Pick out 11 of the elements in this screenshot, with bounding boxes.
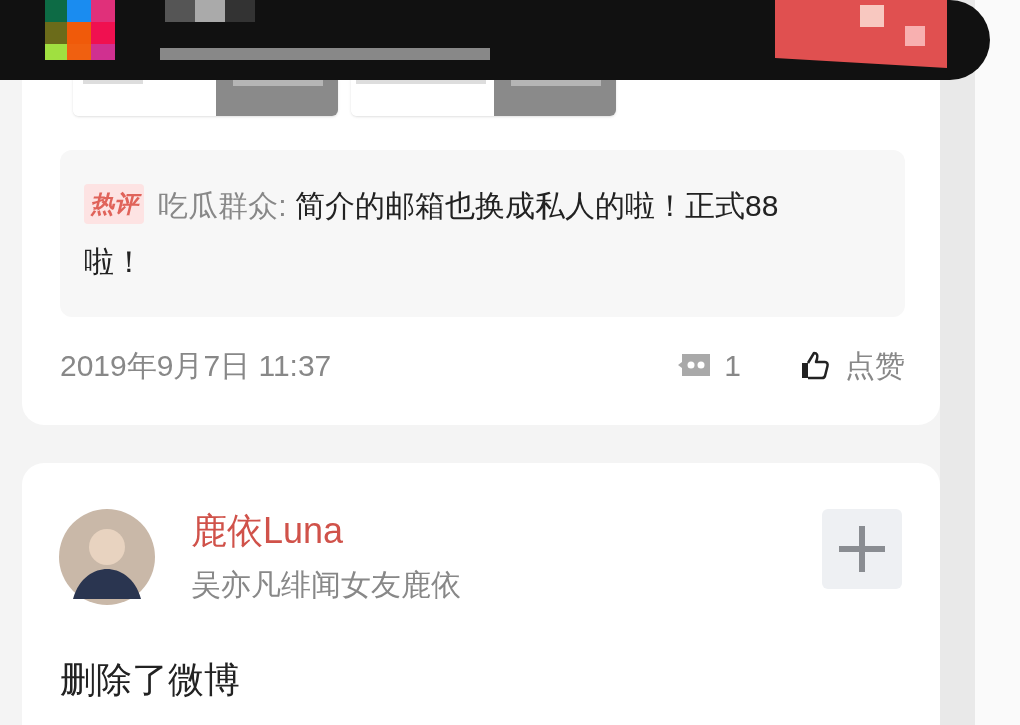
like-button[interactable]: 点赞 — [845, 342, 905, 388]
comment-count: 1 — [724, 347, 741, 384]
plus-icon — [839, 526, 885, 572]
avatar[interactable] — [59, 509, 155, 605]
user-name[interactable]: 鹿依Luna — [191, 509, 461, 553]
thumbs-up-icon[interactable] — [799, 349, 831, 381]
follow-button[interactable] — [822, 509, 902, 589]
post-time: 2019年9月7日 11:37 — [60, 347, 332, 384]
post-text: 删除了微博 — [59, 658, 241, 702]
user-bio: 吴亦凡绯闻女友鹿依 — [191, 567, 461, 603]
hot-comment: 热评 吃瓜群众: 简介的邮箱也换成私人的啦！正式88啦！ — [84, 178, 795, 290]
